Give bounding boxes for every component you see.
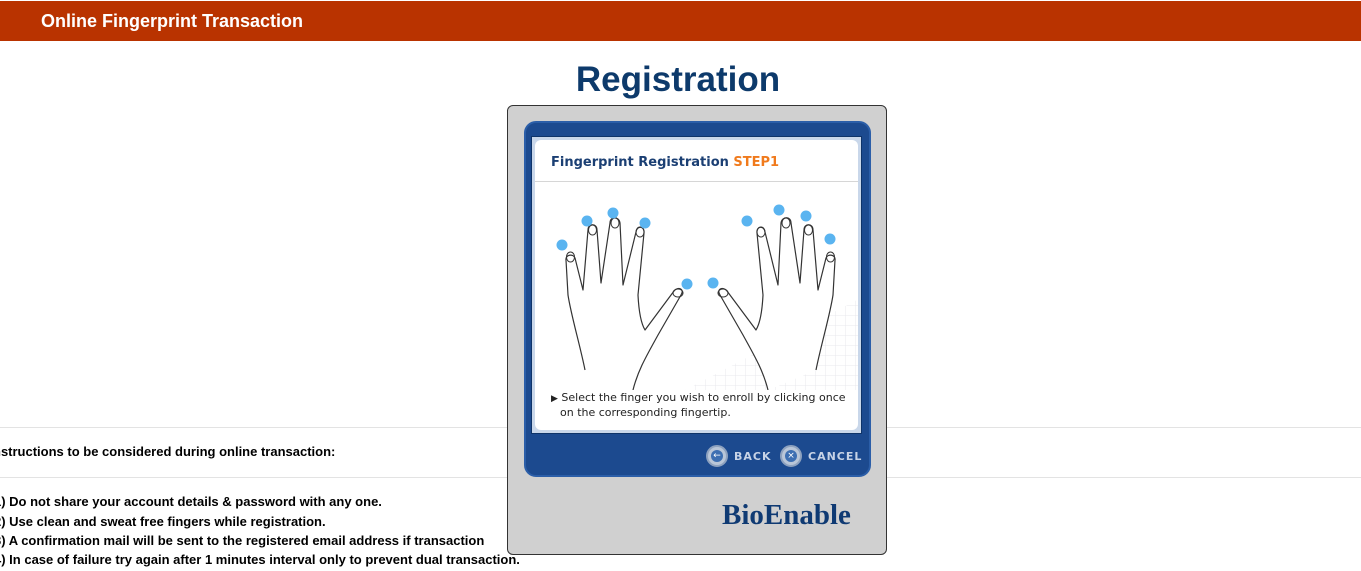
cancel-button-label: CANCEL	[808, 449, 863, 463]
dialog-heading-text: Fingerprint Registration	[551, 155, 729, 170]
instruction-item: 2) Use clean and sweat free fingers whil…	[0, 514, 326, 529]
device-screen-frame: Fingerprint Registration STEP1 ▶ Select …	[524, 121, 871, 477]
fingertip-right-little[interactable]	[824, 233, 836, 245]
hint-line-2: on the corresponding fingertip.	[560, 406, 731, 419]
fingertip-left-thumb[interactable]	[681, 278, 693, 290]
fingertip-right-thumb[interactable]	[707, 277, 719, 289]
dialog-heading: Fingerprint Registration STEP1	[551, 155, 779, 170]
hands-illustration	[556, 204, 858, 390]
hint-line-1: Select the finger you wish to enroll by …	[561, 391, 846, 404]
back-button-label: BACK	[734, 449, 772, 463]
device-screen-bezel: Fingerprint Registration STEP1 ▶ Select …	[531, 136, 862, 434]
instruction-item: 4) In case of failure try again after 1 …	[0, 552, 520, 567]
hint-text: ▶ Select the finger you wish to enroll b…	[551, 391, 851, 420]
divider	[535, 181, 858, 182]
app-title: Online Fingerprint Transaction	[41, 11, 304, 31]
close-icon: ×	[780, 445, 802, 467]
fingertip-right-ring[interactable]	[800, 210, 812, 222]
back-arrow-icon: ←	[706, 445, 728, 467]
left-hand-outline	[565, 217, 683, 390]
page-title: Registration	[575, 60, 781, 99]
fingerprint-dialog: Fingerprint Registration STEP1 ▶ Select …	[507, 105, 887, 555]
back-button[interactable]: ← BACK	[706, 444, 772, 468]
instruction-item: 3) A confirmation mail will be sent to t…	[0, 533, 485, 548]
play-arrow-icon: ▶	[551, 394, 558, 404]
fingertip-left-index[interactable]	[639, 217, 651, 229]
fingertip-left-middle[interactable]	[607, 207, 619, 219]
device-screen: Fingerprint Registration STEP1 ▶ Select …	[535, 140, 858, 430]
fingertip-right-middle[interactable]	[773, 204, 785, 216]
dialog-step-label: STEP1	[733, 155, 780, 170]
instructions-heading: nstructions to be considered during onli…	[0, 444, 336, 459]
fingertip-right-index[interactable]	[741, 215, 753, 227]
app-header-bar: Online Fingerprint Transaction	[0, 1, 1361, 41]
brand-logo: BioEnable	[722, 499, 851, 531]
cancel-button[interactable]: × CANCEL	[780, 444, 862, 468]
fingertip-left-ring[interactable]	[581, 215, 593, 227]
instruction-item: 1) Do not share your account details & p…	[0, 494, 382, 509]
fingertip-left-little[interactable]	[556, 239, 568, 251]
